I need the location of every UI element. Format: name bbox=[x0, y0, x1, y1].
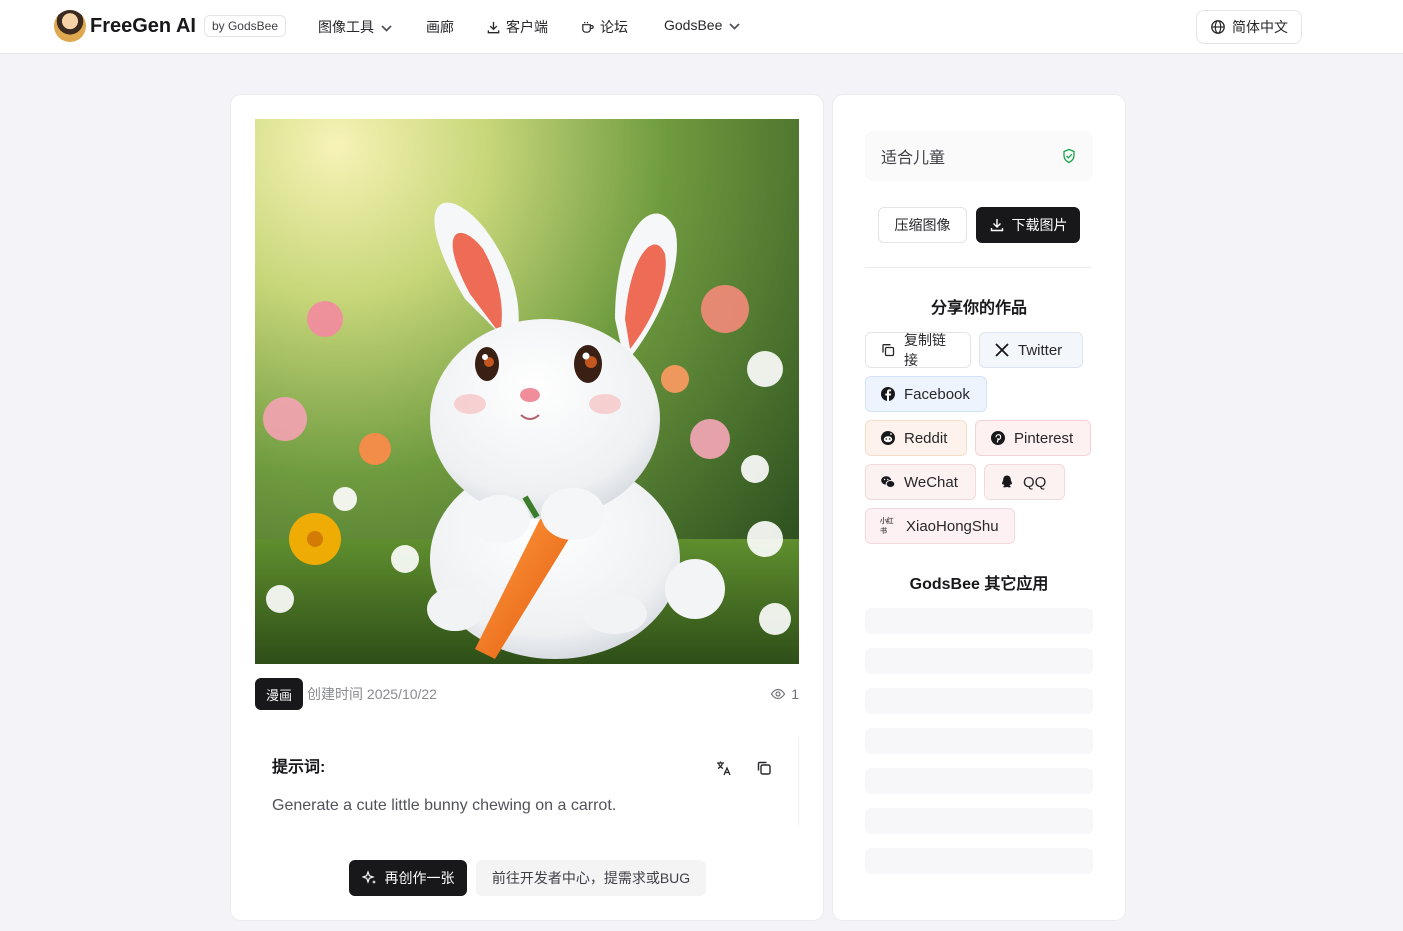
wechat-icon bbox=[881, 476, 896, 488]
developer-center-button[interactable]: 前往开发者中心，提需求或BUG bbox=[476, 860, 706, 896]
recreate-label: 再创作一张 bbox=[384, 870, 455, 886]
brand-logo-link[interactable]: FreeGen AI by GodsBee bbox=[54, 10, 287, 42]
xiaohongshu-label: XiaoHongShu bbox=[906, 517, 999, 535]
view-count-value: 1 bbox=[791, 686, 799, 702]
view-count: 1 bbox=[770, 686, 799, 702]
download-icon bbox=[487, 21, 500, 33]
app-placeholder bbox=[865, 608, 1093, 634]
app-placeholder bbox=[865, 648, 1093, 674]
copy-link-button[interactable]: 复制链接 bbox=[865, 332, 971, 368]
download-label: 下载图片 bbox=[1011, 217, 1068, 233]
reddit-label: Reddit bbox=[904, 429, 948, 447]
qq-label: QQ bbox=[1023, 473, 1047, 491]
share-reddit-button[interactable]: Reddit bbox=[865, 420, 967, 456]
sparkles-icon bbox=[361, 870, 376, 884]
xiaohongshu-icon: 小红书 bbox=[880, 518, 894, 535]
share-xiaohongshu-button[interactable]: 小红书 XiaoHongShu bbox=[865, 508, 1015, 544]
download-image-button[interactable]: 下载图片 bbox=[976, 207, 1080, 243]
app-placeholder bbox=[865, 688, 1093, 714]
app-placeholder bbox=[865, 728, 1093, 754]
facebook-icon bbox=[881, 387, 895, 401]
divider bbox=[865, 267, 1091, 268]
brand-avatar-icon bbox=[54, 10, 86, 42]
prompt-panel: 提示词: Generate a cute little bunny chewin… bbox=[255, 737, 799, 825]
prompt-title: 提示词: bbox=[272, 759, 326, 776]
actions-sidebar: 适合儿童 压缩图像 下载图片 分享你的作品 复制链接 Twitter Faceb… bbox=[833, 95, 1125, 920]
twitter-label: Twitter bbox=[1018, 341, 1063, 359]
kid-safe-label: 适合儿童 bbox=[881, 150, 946, 167]
translate-button[interactable] bbox=[713, 757, 735, 779]
nav-image-tools-label: 图像工具 bbox=[318, 19, 374, 35]
recreate-button[interactable]: 再创作一张 bbox=[349, 860, 467, 896]
language-selector[interactable]: 简体中文 bbox=[1196, 10, 1302, 44]
share-qq-button[interactable]: QQ bbox=[984, 464, 1065, 500]
nav-client-label: 客户端 bbox=[506, 19, 548, 35]
nav-client[interactable]: 客户端 bbox=[486, 17, 548, 37]
globe-icon bbox=[1211, 20, 1225, 34]
bunny-artwork bbox=[255, 119, 799, 664]
share-pinterest-button[interactable]: Pinterest bbox=[975, 420, 1091, 456]
other-apps-title: GodsBee 其它应用 bbox=[909, 576, 1049, 593]
share-facebook-button[interactable]: Facebook bbox=[865, 376, 987, 412]
nav-godsbee-label: GodsBee bbox=[664, 17, 723, 33]
prompt-text: Generate a cute little bunny chewing on … bbox=[272, 797, 617, 814]
wechat-label: WeChat bbox=[904, 473, 958, 491]
style-tag[interactable]: 漫画 bbox=[255, 678, 304, 710]
compress-image-button[interactable]: 压缩图像 bbox=[878, 207, 967, 243]
nav-gallery[interactable]: 画廊 bbox=[426, 17, 454, 37]
download-icon bbox=[990, 219, 1003, 232]
facebook-label: Facebook bbox=[904, 385, 970, 403]
generated-image[interactable] bbox=[255, 119, 799, 664]
share-title: 分享你的作品 bbox=[930, 300, 1027, 317]
top-navbar: FreeGen AI by GodsBee 图像工具 画廊 客户端 论坛 God… bbox=[0, 0, 1403, 54]
nav-godsbee[interactable]: GodsBee bbox=[664, 17, 742, 33]
artwork-meta: 漫画 创建时间 2025/10/22 1 bbox=[255, 678, 799, 710]
nav-image-tools[interactable]: 图像工具 bbox=[318, 17, 394, 37]
nav-forum-label: 论坛 bbox=[600, 19, 628, 35]
qq-icon bbox=[1002, 475, 1012, 488]
by-godsbee-badge[interactable]: by GodsBee bbox=[203, 15, 287, 37]
pinterest-label: Pinterest bbox=[1014, 429, 1074, 447]
copy-icon bbox=[757, 761, 771, 775]
share-wechat-button[interactable]: WeChat bbox=[865, 464, 976, 500]
chevron-down-icon bbox=[729, 22, 741, 30]
language-label: 简体中文 bbox=[1232, 19, 1288, 35]
brand-name: FreeGen AI bbox=[90, 14, 196, 37]
copy-link-label: 复制链接 bbox=[904, 332, 946, 368]
nav-gallery-label: 画廊 bbox=[426, 19, 454, 35]
app-placeholder bbox=[865, 808, 1093, 834]
pinterest-icon bbox=[991, 431, 1005, 445]
artwork-card: 漫画 创建时间 2025/10/22 1 提示词: Generate a cut… bbox=[231, 95, 823, 920]
nav-forum[interactable]: 论坛 bbox=[580, 17, 628, 37]
copy-prompt-button[interactable] bbox=[753, 757, 775, 779]
translate-icon bbox=[717, 761, 731, 776]
kid-safe-indicator: 适合儿童 bbox=[865, 131, 1093, 181]
shield-check-icon bbox=[1063, 148, 1075, 164]
share-twitter-button[interactable]: Twitter bbox=[979, 332, 1083, 368]
app-placeholder bbox=[865, 768, 1093, 794]
x-twitter-icon bbox=[995, 343, 1009, 357]
chevron-down-icon bbox=[381, 24, 392, 32]
copy-icon bbox=[882, 344, 895, 357]
eye-icon bbox=[771, 688, 786, 700]
reddit-icon bbox=[881, 431, 895, 445]
app-placeholder bbox=[865, 848, 1093, 874]
cup-icon bbox=[582, 21, 594, 33]
created-date: 创建时间 2025/10/22 bbox=[307, 686, 437, 702]
